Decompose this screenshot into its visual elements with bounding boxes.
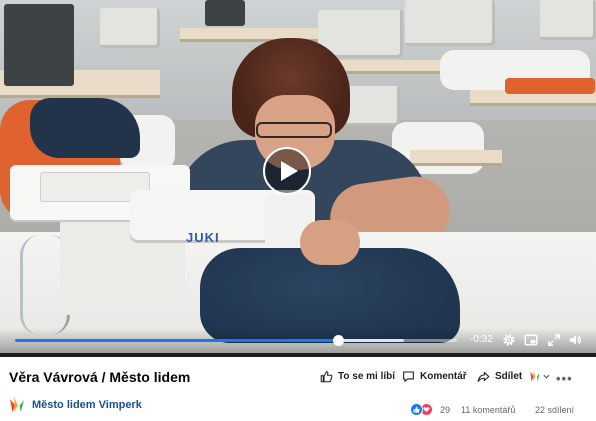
share-icon xyxy=(477,371,490,382)
picture-in-picture-icon[interactable] xyxy=(524,333,538,347)
orange-fabric-pile xyxy=(505,78,595,94)
thumbs-up-icon xyxy=(320,371,333,383)
shares-count-link[interactable]: 22 sdílení xyxy=(535,405,574,415)
like-label: To se mi líbí xyxy=(338,371,396,382)
comment-icon xyxy=(403,371,414,382)
share-as-page-selector[interactable] xyxy=(528,370,550,383)
background-machine xyxy=(540,0,596,40)
page-logo[interactable] xyxy=(8,396,25,413)
background-machine xyxy=(405,0,495,46)
progress-bar[interactable] xyxy=(15,335,457,346)
worker-glasses xyxy=(256,122,332,138)
share-label: Sdílet xyxy=(495,371,523,382)
page-logo-icon xyxy=(10,397,24,412)
video-player[interactable]: JUKI xyxy=(0,0,596,356)
progress-played xyxy=(15,339,338,342)
play-button[interactable] xyxy=(263,147,311,195)
like-button[interactable]: To se mi líbí xyxy=(320,370,395,383)
reactions-count: 29 xyxy=(440,404,451,415)
background-table xyxy=(410,150,502,166)
background-machine xyxy=(4,4,74,86)
share-button[interactable]: Sdílet xyxy=(477,370,522,383)
background-table xyxy=(335,60,445,74)
machine-brand-label: JUKI xyxy=(186,230,220,245)
play-icon xyxy=(281,161,298,181)
worker-hand xyxy=(300,220,360,265)
like-reaction-icon xyxy=(410,403,423,416)
video-bottom-edge xyxy=(0,353,596,357)
progress-scrubber[interactable] xyxy=(332,335,344,346)
page-row: Město lidem Vimperk xyxy=(8,396,142,413)
page-avatar-icon xyxy=(530,370,540,382)
navy-fabric-pile xyxy=(30,98,140,158)
comments-count-link[interactable]: 11 komentářů xyxy=(461,405,515,415)
gear-icon[interactable] xyxy=(502,333,516,347)
comment-button[interactable]: Komentář xyxy=(402,370,467,383)
fullscreen-icon[interactable] xyxy=(547,333,561,347)
time-remaining: -0:32 xyxy=(470,334,493,345)
background-machine xyxy=(100,8,160,48)
post-title[interactable]: Věra Vávrová / Město lidem xyxy=(9,369,190,385)
volume-icon[interactable] xyxy=(568,333,582,347)
more-options-button[interactable]: ••• xyxy=(556,371,573,386)
background-machine xyxy=(205,0,245,26)
comment-label: Komentář xyxy=(420,371,467,382)
reactions-summary[interactable]: 29 xyxy=(410,403,450,416)
chevron-down-icon xyxy=(543,374,550,379)
page-name-link[interactable]: Město lidem Vimperk xyxy=(32,399,142,411)
